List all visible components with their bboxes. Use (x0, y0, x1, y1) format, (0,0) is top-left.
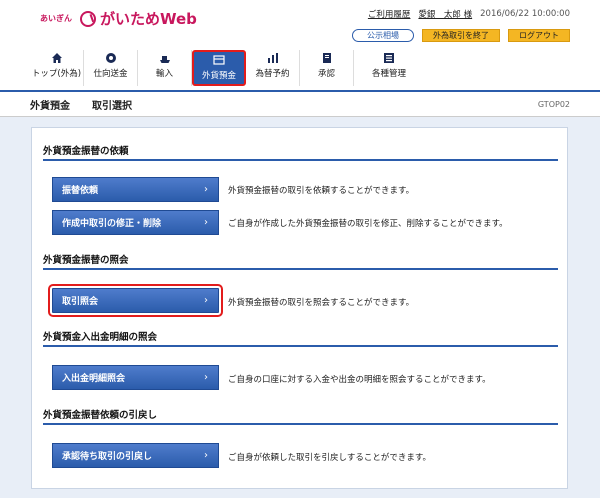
nav-item-approval[interactable]: 承認 (300, 50, 354, 86)
chevron-right-icon: › (204, 372, 208, 383)
logo-mark-icon (80, 10, 96, 27)
deposit-withdrawal-inquiry-button[interactable]: 入出金明細照会 › (52, 365, 219, 390)
screen-code: GTOP02 (537, 99, 570, 109)
nav-label: 承認 (317, 69, 335, 79)
nav-label: 為替予約 (255, 69, 290, 79)
user-name[interactable]: 愛銀 太郎 様 (418, 8, 472, 20)
rates-button[interactable]: 公示相場 (352, 29, 414, 42)
logo-small-text: あいぎん (40, 14, 72, 23)
button-label: 入出金明細照会 (62, 374, 126, 384)
header-buttons: 公示相場 外為取引を終了 ログアウト (352, 29, 570, 42)
user-info-bar: ご利用履歴 愛銀 太郎 様 2016/06/22 10:00:00 (368, 8, 570, 20)
deposit-icon (213, 54, 225, 66)
nav-item-import[interactable]: 輸入 (138, 50, 192, 86)
action-description: ご自身が依頼した取引を引戻しすることができます。 (228, 453, 431, 463)
chevron-right-icon: › (204, 450, 208, 461)
nav-label: 外貨預金 (201, 71, 236, 81)
end-fx-button[interactable]: 外為取引を終了 (422, 29, 500, 42)
action-description: 外貨預金振替の取引を照会することができます。 (228, 298, 415, 308)
nav-label: 各種管理 (371, 69, 406, 79)
section-divider (43, 423, 558, 425)
logout-button[interactable]: ログアウト (508, 29, 570, 42)
nav-item-fx-contract[interactable]: 為替予約 (246, 50, 300, 86)
recall-pending-button[interactable]: 承認待ち取引の引戻し › (52, 443, 219, 468)
management-icon (383, 52, 395, 64)
bank-logo[interactable]: あいぎん がいためWeb (40, 8, 197, 29)
transfer-request-button[interactable]: 振替依頼 › (52, 177, 219, 202)
section-divider (43, 159, 558, 161)
section-heading: 外貨預金振替の依頼 (43, 146, 129, 157)
nav-item-top[interactable]: トップ(外為) (30, 50, 84, 86)
chevron-right-icon: › (204, 184, 208, 195)
nav-label: トップ(外為) (31, 69, 82, 79)
transaction-inquiry-button[interactable]: 取引照会 › (48, 284, 223, 317)
chevron-right-icon: › (204, 295, 208, 306)
chevron-right-icon: › (204, 217, 208, 228)
button-label: 作成中取引の修正・削除 (62, 219, 162, 229)
action-description: ご自身が作成した外貨預金振替の取引を修正、削除することができます。 (228, 219, 508, 229)
nav-label: 仕向送金 (93, 69, 128, 79)
main-area: 外貨預金振替の依頼 振替依頼 › 外貨預金振替の取引を依頼することができます。 … (0, 117, 600, 498)
section-heading: 外貨預金入出金明細の照会 (43, 332, 158, 343)
edit-delete-draft-button[interactable]: 作成中取引の修正・削除 › (52, 210, 219, 235)
main-nav: トップ(外為) 仕向送金 輸入 外貨預金 為替予約 承認 各種管理 (30, 50, 424, 86)
fx-contract-icon (267, 52, 279, 64)
section-divider (43, 268, 558, 270)
approval-icon (321, 52, 333, 64)
home-icon (51, 52, 63, 64)
nav-item-deposit[interactable]: 外貨預金 (192, 50, 246, 86)
nav-item-remittance[interactable]: 仕向送金 (84, 50, 138, 86)
action-description: 外貨預金振替の取引を依頼することができます。 (228, 186, 415, 196)
header: あいぎん がいためWeb ご利用履歴 愛銀 太郎 様 2016/06/22 10… (0, 0, 600, 90)
section-heading: 外貨預金振替依頼の引戻し (43, 410, 158, 421)
remittance-icon (105, 52, 117, 64)
section-divider (43, 345, 558, 347)
page-title: 取引選択 (92, 100, 132, 112)
page-title-bar: 外貨預金 取引選択 GTOP02 (0, 90, 600, 117)
section-heading: 外貨預金振替の照会 (43, 255, 129, 266)
logo-main-text: がいためWeb (100, 10, 197, 28)
login-datetime: 2016/06/22 10:00:00 (480, 9, 570, 19)
button-label: 振替依頼 (62, 186, 99, 196)
action-description: ご自身の口座に対する入金や出金の明細を照会することができます。 (228, 375, 491, 385)
nav-label: 輸入 (155, 69, 173, 79)
button-label: 承認待ち取引の引戻し (62, 452, 153, 462)
nav-item-management[interactable]: 各種管理 (354, 50, 424, 86)
transaction-panel: 外貨預金振替の依頼 振替依頼 › 外貨預金振替の取引を依頼することができます。 … (31, 127, 568, 489)
history-link[interactable]: ご利用履歴 (368, 8, 411, 20)
section-title: 外貨預金 (30, 100, 70, 112)
button-label: 取引照会 (62, 297, 99, 307)
import-ship-icon (159, 52, 171, 64)
